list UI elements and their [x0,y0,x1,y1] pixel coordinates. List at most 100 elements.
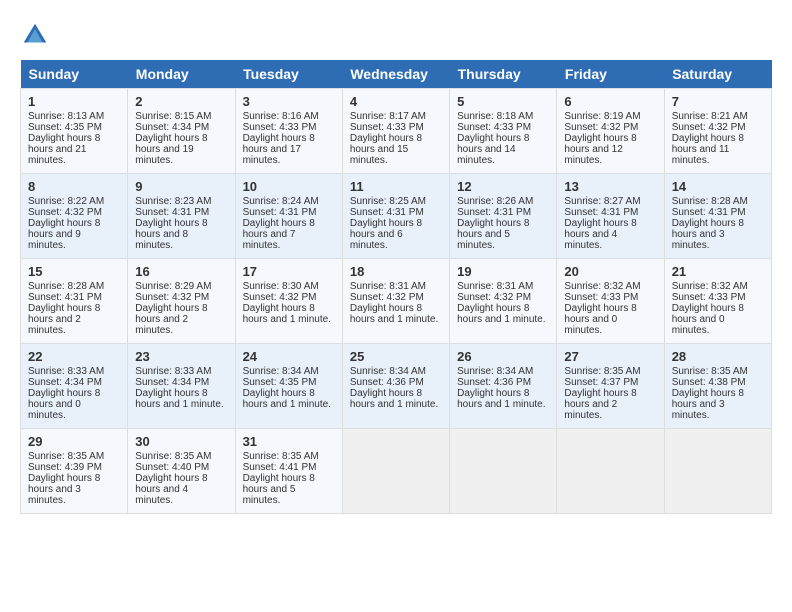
sunrise-label: Sunrise: 8:35 AM [28,451,104,462]
calendar-cell: 20 Sunrise: 8:32 AM Sunset: 4:33 PM Dayl… [557,259,664,344]
daylight-label: Daylight hours 8 hours and 1 minute. [135,388,223,410]
calendar-cell: 2 Sunrise: 8:15 AM Sunset: 4:34 PM Dayli… [128,89,235,174]
calendar-cell: 29 Sunrise: 8:35 AM Sunset: 4:39 PM Dayl… [21,429,128,514]
sunrise-label: Sunrise: 8:32 AM [672,281,748,292]
day-number: 9 [135,179,227,194]
calendar-cell: 24 Sunrise: 8:34 AM Sunset: 4:35 PM Dayl… [235,344,342,429]
sunrise-label: Sunrise: 8:13 AM [28,111,104,122]
sunrise-label: Sunrise: 8:18 AM [457,111,533,122]
sunrise-label: Sunrise: 8:35 AM [243,451,319,462]
sunrise-label: Sunrise: 8:24 AM [243,196,319,207]
calendar-cell [450,429,557,514]
calendar-week-row: 15 Sunrise: 8:28 AM Sunset: 4:31 PM Dayl… [21,259,772,344]
daylight-label: Daylight hours 8 hours and 15 minutes. [350,133,422,166]
daylight-label: Daylight hours 8 hours and 12 minutes. [564,133,636,166]
day-number: 22 [28,349,120,364]
sunset-label: Sunset: 4:41 PM [243,462,317,473]
sunrise-label: Sunrise: 8:23 AM [135,196,211,207]
day-number: 19 [457,264,549,279]
sunrise-label: Sunrise: 8:34 AM [243,366,319,377]
calendar-cell: 8 Sunrise: 8:22 AM Sunset: 4:32 PM Dayli… [21,174,128,259]
daylight-label: Daylight hours 8 hours and 1 minute. [243,303,331,325]
calendar-cell: 15 Sunrise: 8:28 AM Sunset: 4:31 PM Dayl… [21,259,128,344]
calendar-cell [342,429,449,514]
daylight-label: Daylight hours 8 hours and 1 minute. [457,388,545,410]
calendar-week-row: 1 Sunrise: 8:13 AM Sunset: 4:35 PM Dayli… [21,89,772,174]
logo [20,20,54,50]
sunset-label: Sunset: 4:31 PM [135,207,209,218]
header-row: SundayMondayTuesdayWednesdayThursdayFrid… [21,60,772,89]
sunrise-label: Sunrise: 8:34 AM [457,366,533,377]
calendar-cell: 18 Sunrise: 8:31 AM Sunset: 4:32 PM Dayl… [342,259,449,344]
sunset-label: Sunset: 4:31 PM [243,207,317,218]
sunrise-label: Sunrise: 8:30 AM [243,281,319,292]
sunrise-label: Sunrise: 8:35 AM [672,366,748,377]
daylight-label: Daylight hours 8 hours and 3 minutes. [672,388,744,421]
page-header [20,20,772,50]
header-day: Saturday [664,60,771,89]
calendar-cell: 22 Sunrise: 8:33 AM Sunset: 4:34 PM Dayl… [21,344,128,429]
daylight-label: Daylight hours 8 hours and 17 minutes. [243,133,315,166]
sunset-label: Sunset: 4:32 PM [350,292,424,303]
sunset-label: Sunset: 4:34 PM [135,377,209,388]
daylight-label: Daylight hours 8 hours and 4 minutes. [135,473,207,506]
sunset-label: Sunset: 4:32 PM [243,292,317,303]
daylight-label: Daylight hours 8 hours and 1 minute. [243,388,331,410]
header-day: Monday [128,60,235,89]
calendar-cell: 23 Sunrise: 8:33 AM Sunset: 4:34 PM Dayl… [128,344,235,429]
calendar-cell: 4 Sunrise: 8:17 AM Sunset: 4:33 PM Dayli… [342,89,449,174]
calendar-cell: 10 Sunrise: 8:24 AM Sunset: 4:31 PM Dayl… [235,174,342,259]
daylight-label: Daylight hours 8 hours and 3 minutes. [672,218,744,251]
daylight-label: Daylight hours 8 hours and 9 minutes. [28,218,100,251]
sunrise-label: Sunrise: 8:31 AM [350,281,426,292]
daylight-label: Daylight hours 8 hours and 5 minutes. [457,218,529,251]
sunrise-label: Sunrise: 8:31 AM [457,281,533,292]
day-number: 11 [350,179,442,194]
sunset-label: Sunset: 4:33 PM [672,292,746,303]
day-number: 24 [243,349,335,364]
daylight-label: Daylight hours 8 hours and 6 minutes. [350,218,422,251]
day-number: 8 [28,179,120,194]
calendar-week-row: 22 Sunrise: 8:33 AM Sunset: 4:34 PM Dayl… [21,344,772,429]
header-day: Sunday [21,60,128,89]
sunset-label: Sunset: 4:33 PM [564,292,638,303]
calendar-cell: 3 Sunrise: 8:16 AM Sunset: 4:33 PM Dayli… [235,89,342,174]
calendar-cell: 28 Sunrise: 8:35 AM Sunset: 4:38 PM Dayl… [664,344,771,429]
calendar-cell: 17 Sunrise: 8:30 AM Sunset: 4:32 PM Dayl… [235,259,342,344]
sunrise-label: Sunrise: 8:26 AM [457,196,533,207]
sunrise-label: Sunrise: 8:16 AM [243,111,319,122]
sunset-label: Sunset: 4:32 PM [457,292,531,303]
daylight-label: Daylight hours 8 hours and 5 minutes. [243,473,315,506]
calendar-cell: 19 Sunrise: 8:31 AM Sunset: 4:32 PM Dayl… [450,259,557,344]
header-day: Friday [557,60,664,89]
sunset-label: Sunset: 4:32 PM [672,122,746,133]
sunrise-label: Sunrise: 8:35 AM [564,366,640,377]
sunset-label: Sunset: 4:40 PM [135,462,209,473]
day-number: 31 [243,434,335,449]
sunset-label: Sunset: 4:33 PM [243,122,317,133]
day-number: 4 [350,94,442,109]
sunset-label: Sunset: 4:31 PM [457,207,531,218]
calendar-cell: 21 Sunrise: 8:32 AM Sunset: 4:33 PM Dayl… [664,259,771,344]
day-number: 20 [564,264,656,279]
sunset-label: Sunset: 4:34 PM [135,122,209,133]
day-number: 18 [350,264,442,279]
day-number: 10 [243,179,335,194]
daylight-label: Daylight hours 8 hours and 3 minutes. [28,473,100,506]
calendar-week-row: 29 Sunrise: 8:35 AM Sunset: 4:39 PM Dayl… [21,429,772,514]
daylight-label: Daylight hours 8 hours and 2 minutes. [135,303,207,336]
day-number: 1 [28,94,120,109]
daylight-label: Daylight hours 8 hours and 14 minutes. [457,133,529,166]
day-number: 15 [28,264,120,279]
sunrise-label: Sunrise: 8:29 AM [135,281,211,292]
sunset-label: Sunset: 4:39 PM [28,462,102,473]
sunrise-label: Sunrise: 8:17 AM [350,111,426,122]
sunrise-label: Sunrise: 8:22 AM [28,196,104,207]
logo-icon [20,20,50,50]
sunrise-label: Sunrise: 8:19 AM [564,111,640,122]
header-day: Wednesday [342,60,449,89]
day-number: 3 [243,94,335,109]
header-day: Tuesday [235,60,342,89]
day-number: 2 [135,94,227,109]
daylight-label: Daylight hours 8 hours and 2 minutes. [28,303,100,336]
